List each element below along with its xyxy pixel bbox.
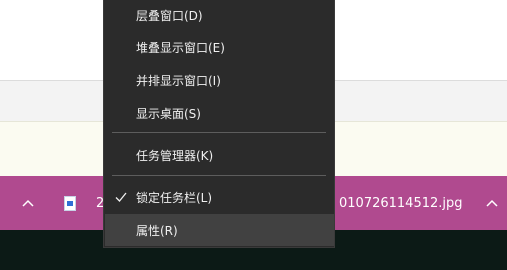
menu-item-label: 堆叠显示窗口(E) xyxy=(136,40,225,55)
menu-item-label: 并排显示窗口(I) xyxy=(136,73,221,88)
menu-item-label: 层叠窗口(D) xyxy=(136,8,203,23)
menu-item-label: 任务管理器(K) xyxy=(136,148,214,163)
menu-item-side-by-side-windows[interactable]: 并排显示窗口(I) xyxy=(104,65,334,95)
menu-item-label: 属性(R) xyxy=(136,223,178,238)
menu-item-stack-windows[interactable]: 堆叠显示窗口(E) xyxy=(104,32,334,62)
menu-item-properties[interactable]: 属性(R) xyxy=(105,214,334,246)
taskbar-context-menu: 层叠窗口(D) 堆叠显示窗口(E) 并排显示窗口(I) 显示桌面(S) 任务管理… xyxy=(103,0,335,248)
menu-item-task-manager[interactable]: 任务管理器(K) xyxy=(104,140,334,170)
menu-item-label: 显示桌面(S) xyxy=(136,106,201,121)
checkmark-icon xyxy=(115,192,127,202)
menu-separator xyxy=(112,175,326,176)
download-filename-suffix[interactable]: 010726114512.jpg xyxy=(339,176,463,230)
menu-item-lock-taskbar[interactable]: 锁定任务栏(L) xyxy=(104,182,334,212)
menu-item-show-desktop[interactable]: 显示桌面(S) xyxy=(104,98,334,128)
menu-separator xyxy=(112,132,326,133)
menu-item-label: 锁定任务栏(L) xyxy=(136,190,213,205)
download-item[interactable]: 2 xyxy=(64,176,104,230)
download-bar-right-chevron-up-icon[interactable] xyxy=(478,176,506,230)
image-file-icon xyxy=(64,195,76,211)
download-bar-left-chevron-up-icon[interactable] xyxy=(14,176,42,230)
menu-item-cascade-windows[interactable]: 层叠窗口(D) xyxy=(104,0,334,30)
